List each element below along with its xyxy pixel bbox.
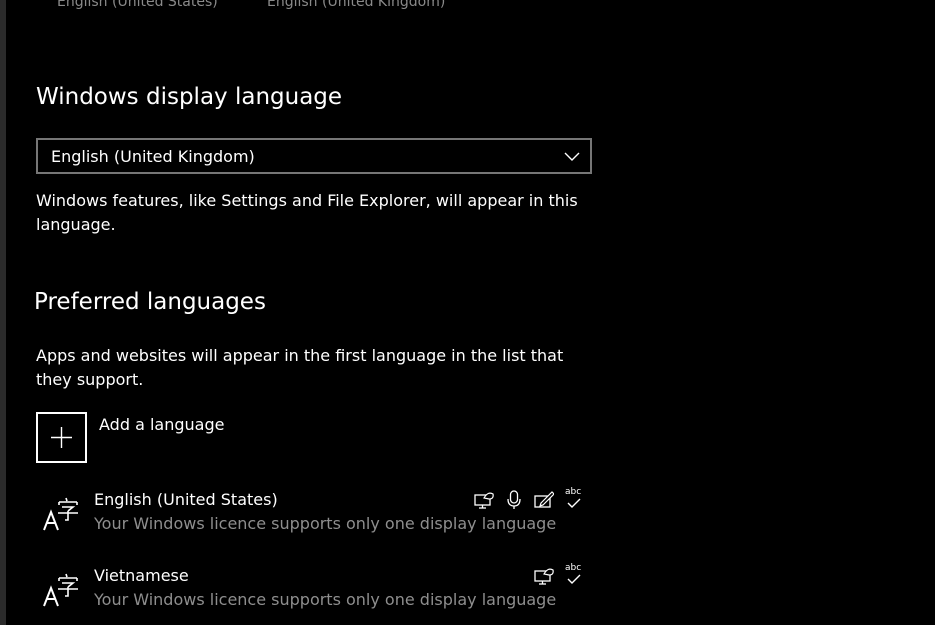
language-name: English (United States) [94, 490, 278, 509]
language-name: Vietnamese [94, 566, 189, 585]
language-item-english-us[interactable]: English (United States) Your Windows lic… [36, 487, 596, 548]
language-item-vietnamese[interactable]: Vietnamese Your Windows licence supports… [36, 563, 596, 624]
spellcheck-icon: abc [564, 563, 584, 586]
language-feature-icons: abc [474, 487, 584, 510]
display-language-description: Windows features, like Settings and File… [36, 191, 578, 234]
spellcheck-icon: abc [564, 487, 584, 510]
display-language-heading: Windows display language [36, 84, 343, 110]
navigation-pane-edge [0, 0, 6, 625]
language-licence-note: Your Windows licence supports only one d… [94, 514, 557, 533]
display-language-icon [474, 492, 494, 509]
language-licence-note: Your Windows licence supports only one d… [94, 590, 557, 609]
add-language-box [36, 412, 87, 463]
language-feature-icons: abc [534, 563, 584, 586]
display-language-selected-value: English (United Kingdom) [51, 146, 255, 166]
regional-format-option-us[interactable]: English (United States) [57, 0, 218, 10]
plus-icon [51, 427, 72, 448]
add-language-button[interactable]: Add a language [36, 412, 224, 463]
chevron-down-icon [564, 152, 580, 161]
display-language-dropdown[interactable]: English (United Kingdom) [36, 138, 592, 174]
display-language-icon [534, 568, 554, 585]
preferred-languages-heading: Preferred languages [34, 289, 266, 315]
language-glyph-icon [43, 497, 78, 531]
language-settings-page: English (United States) English (United … [0, 0, 935, 625]
speech-icon [507, 490, 521, 509]
regional-format-option-uk[interactable]: English (United Kingdom) [267, 0, 445, 10]
handwriting-icon [534, 491, 554, 508]
add-language-label: Add a language [99, 415, 225, 434]
language-glyph-icon [43, 573, 78, 607]
preferred-languages-description: Apps and websites will appear in the fir… [36, 346, 564, 389]
